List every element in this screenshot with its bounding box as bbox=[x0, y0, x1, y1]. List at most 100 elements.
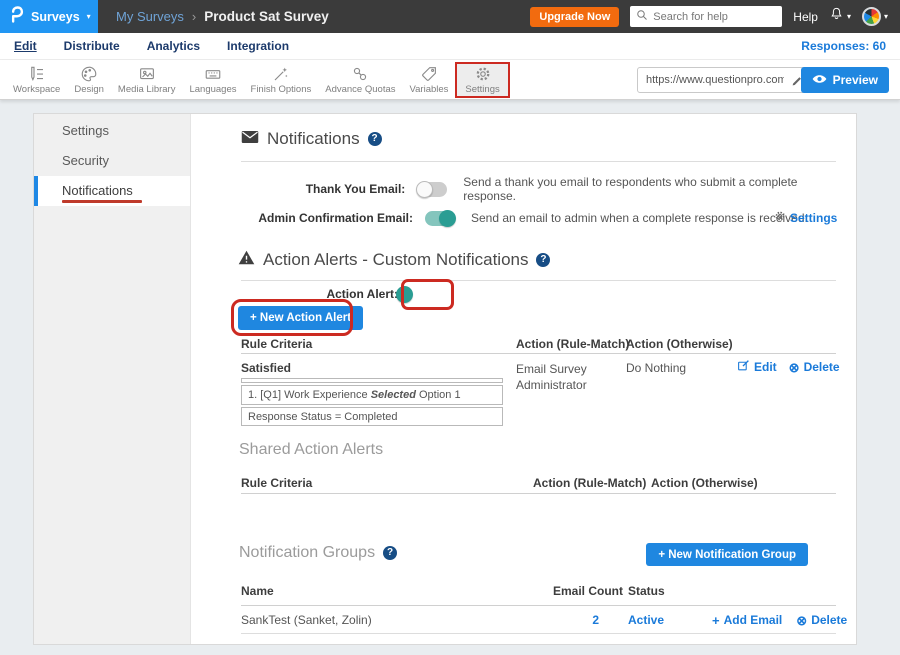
column-header-rule-criteria: Rule Criteria bbox=[241, 476, 312, 490]
caret-down-icon: ▾ bbox=[847, 13, 851, 21]
surveys-menu[interactable]: Surveys ▾ bbox=[0, 0, 98, 33]
sidebar-item-label: Notifications bbox=[62, 183, 133, 198]
edit-pencil-icon bbox=[737, 359, 750, 375]
delete-link[interactable]: ⊗ Delete bbox=[796, 613, 847, 627]
admin-confirmation-description: Send an email to admin when a complete r… bbox=[471, 211, 808, 225]
survey-url-field[interactable]: https://www.questionpro.com/t/. bbox=[637, 67, 811, 93]
column-header-action-match: Action (Rule-Match) bbox=[516, 337, 629, 351]
admin-confirmation-label: Admin Confirmation Email: bbox=[241, 211, 413, 225]
group-name: SankTest (Sanket, Zolin) bbox=[241, 613, 372, 627]
action-alert-label: Action Alert: bbox=[241, 287, 398, 301]
breadcrumb-current: Product Sat Survey bbox=[204, 9, 329, 24]
criteria-strip bbox=[241, 378, 503, 383]
breadcrumb-parent[interactable]: My Surveys bbox=[116, 9, 184, 24]
help-badge-icon[interactable]: ? bbox=[383, 546, 397, 560]
notifications-bell-menu[interactable]: ▾ bbox=[829, 6, 851, 27]
section-title: Notification Groups bbox=[239, 544, 375, 562]
sidebar-item-notifications[interactable]: Notifications bbox=[34, 176, 190, 206]
criteria-item: Response Status = Completed bbox=[241, 407, 503, 426]
admin-settings-link[interactable]: Settings bbox=[774, 210, 837, 225]
keyboard-icon bbox=[204, 65, 222, 83]
product-label: Surveys bbox=[31, 10, 80, 24]
admin-confirmation-toggle[interactable] bbox=[425, 211, 455, 226]
new-notification-group-button[interactable]: + New Notification Group bbox=[646, 543, 808, 566]
sidebar-item-settings[interactable]: Settings bbox=[34, 116, 190, 146]
toolbar-label: Media Library bbox=[118, 84, 176, 95]
edit-link[interactable]: Edit bbox=[737, 359, 777, 375]
section-title: Action Alerts - Custom Notifications bbox=[263, 250, 528, 270]
toolbar-label: Languages bbox=[189, 84, 236, 95]
tab-integration[interactable]: Integration bbox=[227, 39, 289, 53]
column-header-action-otherwise: Action (Otherwise) bbox=[651, 476, 758, 490]
toolbar-item-settings[interactable]: Settings bbox=[455, 62, 509, 98]
notification-groups-header: Notification Groups ? bbox=[239, 544, 397, 562]
toolbar-item-finish-options[interactable]: Finish Options bbox=[244, 63, 319, 97]
help-badge-icon[interactable]: ? bbox=[368, 132, 382, 146]
breadcrumb: My Surveys › Product Sat Survey bbox=[116, 9, 329, 24]
tab-distribute[interactable]: Distribute bbox=[64, 39, 120, 53]
admin-confirmation-row: Admin Confirmation Email: Send an email … bbox=[241, 207, 836, 229]
status-link[interactable]: Active bbox=[628, 613, 664, 627]
email-count-link[interactable]: 2 bbox=[553, 613, 599, 627]
wand-icon bbox=[272, 65, 290, 83]
toolbar-item-variables[interactable]: Variables bbox=[403, 63, 456, 97]
tab-edit[interactable]: Edit bbox=[14, 39, 37, 53]
settings-panel: Settings Security Notifications Notifica… bbox=[33, 113, 857, 645]
divider bbox=[241, 633, 836, 634]
toggle-knob bbox=[396, 286, 413, 303]
workspace-icon bbox=[28, 65, 46, 83]
divider bbox=[241, 353, 836, 354]
thank-you-email-toggle[interactable] bbox=[417, 182, 447, 197]
column-header-action-match: Action (Rule-Match) bbox=[533, 476, 646, 490]
notifications-header: Notifications ? bbox=[241, 129, 382, 149]
toolbar-item-media-library[interactable]: Media Library bbox=[111, 63, 183, 97]
column-header-email-count: Email Count bbox=[553, 584, 623, 598]
help-search[interactable] bbox=[630, 6, 782, 27]
notifications-content: Notifications ? Thank You Email: Send a … bbox=[191, 114, 858, 644]
column-header-status: Status bbox=[628, 584, 665, 598]
action-otherwise-value: Do Nothing bbox=[626, 361, 686, 375]
responses-count[interactable]: Responses: 60 bbox=[801, 39, 886, 53]
toolbar-item-workspace[interactable]: Workspace bbox=[6, 63, 67, 97]
column-header-action-otherwise: Action (Otherwise) bbox=[626, 337, 733, 351]
divider bbox=[241, 493, 836, 494]
toolbar-label: Finish Options bbox=[251, 84, 312, 95]
topbar: Surveys ▾ My Surveys › Product Sat Surve… bbox=[0, 0, 900, 33]
avatar bbox=[862, 7, 881, 26]
admin-settings-link-label: Settings bbox=[790, 211, 837, 225]
caret-down-icon: ▾ bbox=[884, 13, 888, 21]
toolbar-item-design[interactable]: Design bbox=[67, 63, 111, 97]
help-link[interactable]: Help bbox=[793, 10, 818, 24]
toolbar-item-advance-quotas[interactable]: Advance Quotas bbox=[318, 63, 402, 97]
delete-link-label: Delete bbox=[811, 613, 847, 627]
settings-sidebar: Settings Security Notifications bbox=[34, 114, 191, 644]
new-action-alert-button[interactable]: + New Action Alert bbox=[238, 306, 363, 330]
gear-icon bbox=[774, 210, 786, 225]
toolbar-label: Design bbox=[74, 84, 104, 95]
edit-toolbar: Workspace Design Media Library Languages… bbox=[0, 60, 900, 100]
circle-x-icon: ⊗ bbox=[796, 614, 807, 627]
criteria-text: 1. [Q1] Work Experience bbox=[248, 389, 371, 401]
thank-you-email-row: Thank You Email: Send a thank you email … bbox=[241, 178, 836, 200]
toolbar-item-languages[interactable]: Languages bbox=[182, 63, 243, 97]
edit-link-label: Edit bbox=[754, 360, 777, 374]
tag-icon bbox=[420, 65, 438, 83]
upgrade-now-button[interactable]: Upgrade Now bbox=[530, 7, 619, 27]
caret-down-icon: ▾ bbox=[87, 13, 91, 21]
section-nav: Edit Distribute Analytics Integration Re… bbox=[0, 33, 900, 60]
help-badge-icon[interactable]: ? bbox=[536, 253, 550, 267]
help-search-input[interactable] bbox=[653, 11, 776, 23]
tab-analytics[interactable]: Analytics bbox=[147, 39, 200, 53]
row-actions: Edit ⊗ Delete bbox=[737, 359, 840, 375]
row-actions: + Add Email ⊗ Delete bbox=[712, 613, 847, 627]
add-email-link[interactable]: + Add Email bbox=[712, 613, 782, 627]
palette-icon bbox=[80, 65, 98, 83]
add-email-label: Add Email bbox=[724, 613, 783, 627]
preview-button[interactable]: Preview bbox=[801, 67, 889, 93]
account-menu[interactable]: ▾ bbox=[862, 7, 888, 26]
action-alerts-header: Action Alerts - Custom Notifications ? bbox=[238, 250, 550, 270]
toggle-knob bbox=[439, 210, 456, 227]
divider bbox=[241, 280, 836, 281]
delete-link[interactable]: ⊗ Delete bbox=[789, 359, 840, 375]
sidebar-item-security[interactable]: Security bbox=[34, 146, 190, 176]
